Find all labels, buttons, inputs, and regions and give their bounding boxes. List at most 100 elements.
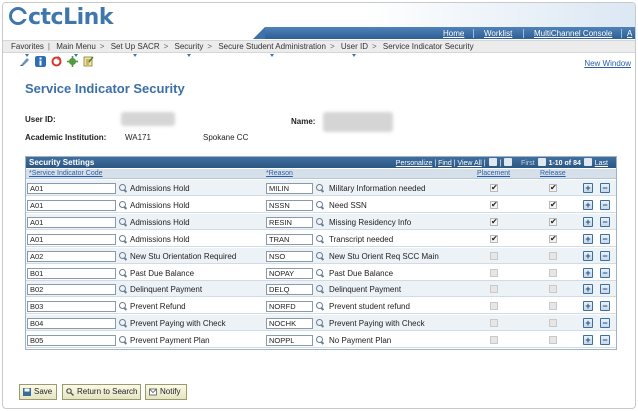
add-row-button[interactable]: + (583, 233, 593, 244)
refresh-icon[interactable] (51, 56, 62, 67)
release-checkbox[interactable] (549, 285, 557, 294)
add-row-button[interactable]: + (583, 318, 593, 329)
code-lookup-icon[interactable] (118, 217, 127, 227)
col-reason[interactable]: *Reason (266, 170, 293, 177)
release-checkbox[interactable] (549, 268, 557, 277)
last-link[interactable]: Last (595, 160, 608, 167)
reason-input[interactable]: NSO (266, 250, 313, 262)
return-to-search-button[interactable]: Return to Search (62, 384, 141, 400)
breadcrumb-main-menu[interactable]: Main Menu (56, 41, 96, 57)
code-lookup-icon[interactable] (118, 318, 127, 328)
delete-row-button[interactable]: − (600, 318, 610, 329)
reason-lookup-icon[interactable] (315, 251, 324, 261)
delete-row-button[interactable]: − (600, 250, 610, 261)
col-placement[interactable]: Placement (477, 170, 510, 177)
add-row-button[interactable]: + (583, 267, 593, 278)
release-checkbox[interactable]: ✔ (549, 184, 557, 192)
add-row-button[interactable]: + (583, 216, 593, 227)
reason-lookup-icon[interactable] (315, 200, 324, 210)
release-checkbox[interactable]: ✔ (549, 234, 557, 243)
release-checkbox[interactable] (549, 251, 557, 260)
placement-checkbox[interactable] (490, 302, 498, 311)
breadcrumb-favorites[interactable]: Favorites (11, 41, 44, 57)
placement-checkbox[interactable] (490, 319, 498, 328)
service-indicator-code-input[interactable]: B03 (27, 301, 116, 313)
reason-lookup-icon[interactable] (315, 335, 324, 345)
find-link[interactable]: Find (438, 160, 452, 167)
code-lookup-icon[interactable] (118, 335, 127, 345)
release-checkbox[interactable] (549, 336, 557, 345)
delete-row-button[interactable]: − (600, 335, 610, 346)
placement-checkbox[interactable] (490, 285, 498, 294)
breadcrumb-user-id[interactable]: User ID (341, 41, 368, 57)
release-checkbox[interactable] (549, 319, 557, 328)
reason-lookup-icon[interactable] (315, 183, 324, 193)
breadcrumb-set-up-sacr[interactable]: Set Up SACR (111, 41, 160, 57)
code-lookup-icon[interactable] (118, 183, 127, 193)
placement-checkbox[interactable]: ✔ (490, 234, 498, 243)
notes-icon[interactable] (83, 56, 94, 67)
settings-icon[interactable] (67, 56, 78, 67)
reason-input[interactable]: RESIN (266, 216, 313, 228)
release-checkbox[interactable] (549, 302, 557, 311)
release-checkbox[interactable]: ✔ (549, 217, 557, 226)
reason-lookup-icon[interactable] (315, 301, 324, 311)
placement-checkbox[interactable] (490, 268, 498, 277)
reason-input[interactable]: DELQ (266, 284, 313, 296)
code-lookup-icon[interactable] (118, 284, 127, 294)
placement-checkbox[interactable]: ✔ (490, 200, 498, 209)
service-indicator-code-input[interactable]: A01 (27, 216, 116, 228)
placement-checkbox[interactable] (490, 336, 498, 345)
delete-row-button[interactable]: − (600, 284, 610, 295)
reason-input[interactable]: NORFD (266, 301, 313, 313)
reason-lookup-icon[interactable] (315, 234, 324, 244)
reason-input[interactable]: NOPPL (266, 335, 313, 347)
code-lookup-icon[interactable] (118, 301, 127, 311)
reason-lookup-icon[interactable] (315, 268, 324, 278)
next-icon[interactable] (583, 158, 592, 166)
view-all-link[interactable]: View All (457, 160, 481, 167)
delete-row-button[interactable]: − (600, 183, 610, 193)
reason-lookup-icon[interactable] (315, 284, 324, 294)
placement-checkbox[interactable]: ✔ (490, 184, 498, 192)
delete-row-button[interactable]: − (600, 267, 610, 278)
add-row-button[interactable]: + (583, 250, 593, 261)
placement-checkbox[interactable]: ✔ (490, 217, 498, 226)
code-lookup-icon[interactable] (118, 268, 127, 278)
add-row-button[interactable]: + (583, 335, 593, 346)
save-button[interactable]: Save (19, 384, 57, 400)
add-row-button[interactable]: + (583, 284, 593, 295)
service-indicator-code-input[interactable]: A02 (27, 250, 116, 262)
service-indicator-code-input[interactable]: A01 (27, 233, 116, 245)
code-lookup-icon[interactable] (118, 251, 127, 261)
add-row-button[interactable]: + (583, 183, 593, 193)
delete-row-button[interactable]: − (600, 301, 610, 312)
reason-input[interactable]: MILIN (266, 183, 313, 194)
col-service-indicator-code[interactable]: *Service Indicator Code (29, 170, 103, 177)
add-row-button[interactable]: + (583, 199, 593, 210)
new-window-link[interactable]: New Window (584, 59, 631, 68)
service-indicator-code-input[interactable]: B01 (27, 267, 116, 279)
delete-row-button[interactable]: − (600, 199, 610, 210)
info-icon[interactable] (35, 56, 46, 67)
placement-checkbox[interactable] (490, 251, 498, 260)
code-lookup-icon[interactable] (118, 234, 127, 244)
reason-input[interactable]: TRAN (266, 233, 313, 245)
breadcrumb-secure-student-admin[interactable]: Secure Student Administration (218, 41, 326, 57)
service-indicator-code-input[interactable]: B04 (27, 318, 116, 330)
notify-button[interactable]: Notify (145, 384, 187, 400)
service-indicator-code-input[interactable]: A01 (27, 183, 116, 194)
reason-lookup-icon[interactable] (315, 217, 324, 227)
service-indicator-code-input[interactable]: B02 (27, 284, 116, 296)
home-link[interactable]: Home (443, 29, 464, 38)
service-indicator-code-input[interactable]: B05 (27, 335, 116, 347)
reason-input[interactable]: NOPAY (266, 267, 313, 279)
add-row-button[interactable]: + (583, 301, 593, 312)
grid-zoom-icon[interactable] (504, 158, 513, 166)
more-link[interactable]: A (627, 29, 632, 38)
edit-icon[interactable] (19, 56, 30, 67)
breadcrumb-security[interactable]: Security (175, 41, 203, 57)
release-checkbox[interactable]: ✔ (549, 200, 557, 209)
reason-lookup-icon[interactable] (315, 318, 324, 328)
delete-row-button[interactable]: − (600, 216, 610, 227)
